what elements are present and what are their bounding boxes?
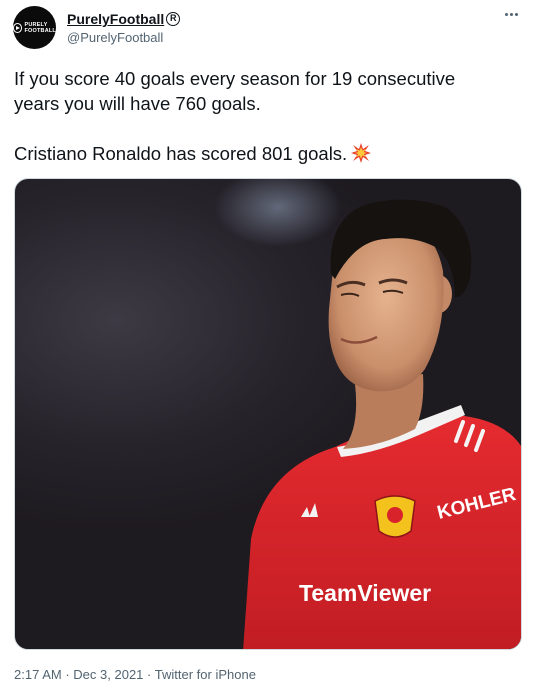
tweet-meta: 2:17 AM · Dec 3, 2021 · Twitter for iPho…: [14, 667, 256, 682]
tweet-photo[interactable]: KOHLER TeamViewer: [14, 178, 522, 650]
registered-badge-icon: R: [166, 12, 181, 26]
tweet-text-line3: Cristiano Ronaldo has scored 801 goals.: [14, 143, 348, 164]
tweet-text-line2: years you will have 760 goals.: [14, 93, 261, 114]
more-options-icon[interactable]: [505, 13, 518, 16]
avatar-logo-line2: FOOTBALL: [24, 27, 56, 34]
meta-separator-1: ·: [65, 667, 70, 682]
collision-burst-icon: [351, 143, 372, 163]
tweet-date[interactable]: Dec 3, 2021: [73, 667, 143, 682]
play-logo-icon: [13, 22, 23, 33]
tweet-source[interactable]: Twitter for iPhone: [155, 667, 256, 682]
tweet-text-line1: If you score 40 goals every season for 1…: [14, 68, 456, 89]
avatar-logo-text: PURELY FOOTBALL: [24, 22, 56, 34]
club-crest-icon: [374, 495, 416, 538]
meta-separator-2: ·: [147, 667, 152, 682]
tweet-card: PURELY FOOTBALL PurelyFootball R @Purely…: [0, 0, 538, 691]
tweet-text: If you score 40 goals every season for 1…: [14, 66, 524, 166]
avatar[interactable]: PURELY FOOTBALL: [13, 6, 56, 49]
tweet-time[interactable]: 2:17 AM: [14, 667, 62, 682]
player-illustration: KOHLER TeamViewer: [243, 199, 521, 649]
display-name[interactable]: PurelyFootball: [67, 11, 164, 27]
name-row: PurelyFootball R: [67, 11, 181, 27]
chest-sponsor: TeamViewer: [299, 580, 431, 606]
user-handle[interactable]: @PurelyFootball: [67, 30, 163, 45]
